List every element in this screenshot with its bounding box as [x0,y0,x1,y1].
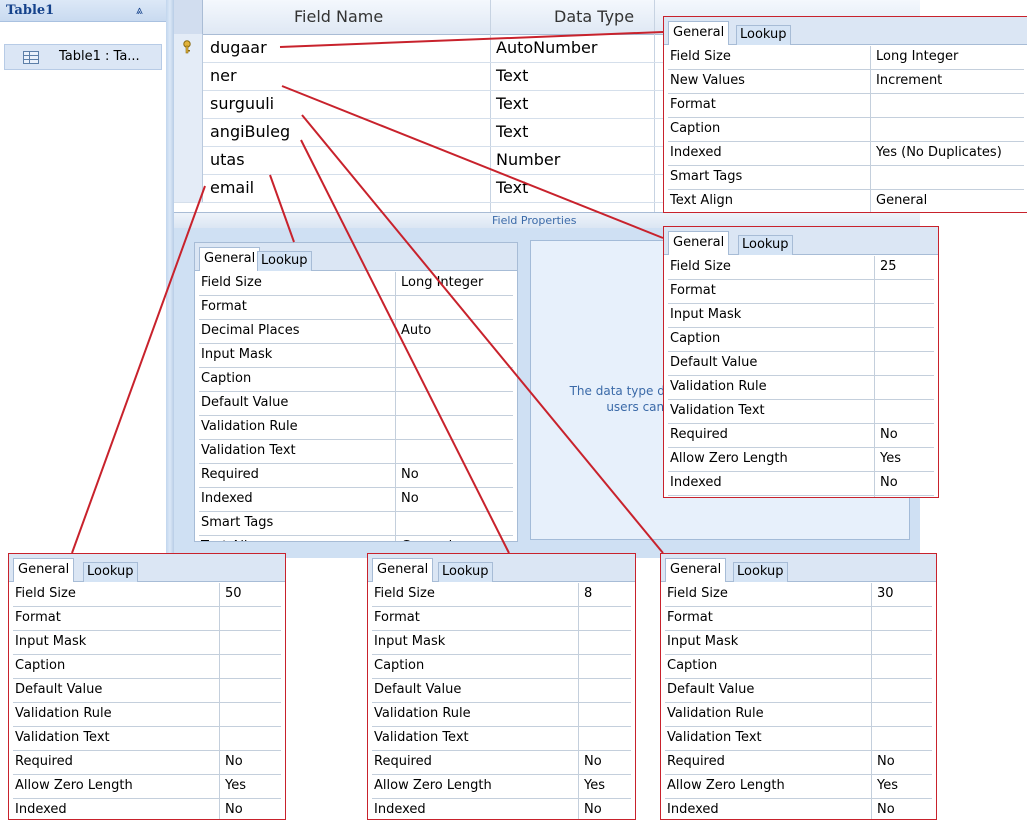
callout-line-utas [269,174,295,243]
callout-line-surguuli [301,114,664,554]
callout-line-dugaar [279,31,664,48]
callout-line-angibuleg [300,139,510,554]
callout-line-email [71,185,206,554]
callout-lines [71,31,664,554]
